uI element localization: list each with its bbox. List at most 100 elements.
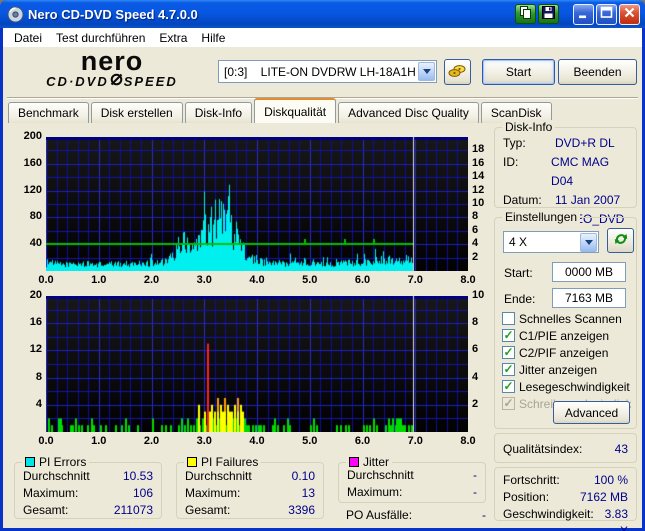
checkbox-label: Schnelles Scannen — [519, 311, 622, 326]
disk-info-row: Datum: 11 Jan 2007 — [503, 193, 621, 207]
tab-advanced-disc-quality[interactable]: Advanced Disc Quality — [338, 102, 479, 123]
settings-checkbox-row: ✓ C2/PIF anzeigen — [502, 344, 634, 361]
settings-checkbox-row: ✓ Jitter anzeigen — [502, 361, 634, 378]
axis-tick-label: 1.0 — [91, 435, 107, 447]
window-title: Nero CD-DVD Speed 4.7.0.0 — [28, 6, 198, 22]
maximize-button[interactable] — [596, 3, 617, 25]
speed-select[interactable]: 4 X — [503, 231, 599, 253]
settings-checkbox-list: Schnelles Scannen ✓ C1/PIE anzeigen ✓ C2/PIF… — [502, 310, 634, 412]
speed-select-value: 4 X — [509, 235, 528, 249]
tab-benchmark[interactable]: Benchmark — [8, 102, 89, 123]
logo-cddvd-text: CD·DVD — [46, 73, 109, 89]
advanced-button[interactable]: Advanced — [553, 401, 630, 424]
quality-index-value: 43 — [614, 442, 628, 456]
end-position-field[interactable]: 7163 MB — [552, 288, 626, 308]
progress-box: Fortschritt: 100 % Position: 7162 MB Gesch… — [494, 467, 637, 531]
tab-diskqualitaet[interactable]: Diskqualität — [254, 98, 337, 123]
pi-failures-chart-canvas — [46, 296, 468, 432]
checkbox-unchecked[interactable] — [502, 312, 515, 325]
eject-disc-button[interactable] — [444, 59, 471, 85]
axis-tick-label: 4 — [472, 237, 479, 250]
progress-row: Geschwindigkeit: 3.83 X — [503, 507, 628, 531]
disk-info-row: Typ: DVD+R DL — [503, 136, 615, 150]
nero-logo: nero CD·DVD SPEED — [17, 48, 207, 89]
axis-tick-label: 4.0 — [249, 435, 265, 447]
axis-tick-label: 3.0 — [196, 274, 212, 286]
start-position-label: Start: — [504, 266, 533, 280]
checkbox-checked[interactable]: ✓ — [502, 380, 515, 393]
menu-datei[interactable]: Datei — [8, 30, 48, 46]
stat-row: Durchschnitt 10.53 — [23, 469, 153, 483]
menu-hilfe[interactable]: Hilfe — [195, 30, 231, 46]
speed-select-dropdown-button[interactable] — [580, 232, 597, 252]
settings-box: Einstellungen 4 X Start: 0000 MB Ende: 7… — [494, 210, 637, 429]
menu-test-durchfuehren[interactable]: Test durchführen — [50, 30, 151, 46]
app-window: Nero CD-DVD Speed 4.7.0.0 Datei Test dur… — [0, 0, 645, 531]
axis-tick-label: 8.0 — [460, 435, 476, 447]
tab-disk-erstellen[interactable]: Disk erstellen — [90, 102, 183, 123]
axis-tick-label: 6.0 — [354, 274, 371, 286]
pi-errors-color-swatch — [25, 457, 35, 467]
axis-tick-label: 18 — [472, 143, 485, 156]
disk-info-title: Disk-Info — [502, 120, 556, 134]
axis-tick-label: 120 — [23, 183, 42, 196]
save-icon — [541, 5, 556, 23]
axis-tick-label: 4 — [472, 370, 479, 383]
stat-row: Gesamt: 211073 — [23, 503, 153, 517]
end-position-label: Ende: — [504, 292, 536, 306]
pi-errors-stats-title: PI Errors — [22, 455, 90, 469]
checkbox-label: Lesegeschwindigkeit anzeigen — [519, 379, 631, 394]
axis-tick-label: 6.0 — [354, 435, 371, 447]
start-button[interactable]: Start — [482, 59, 555, 85]
axis-tick-label: 16 — [29, 316, 42, 329]
stat-row: Durchschnitt 0.10 — [185, 469, 315, 483]
pi-failures-stats-box: PI Failures Durchschnitt 0.10 Maximum: 13 … — [176, 455, 324, 519]
axis-tick-label: 6 — [472, 223, 479, 236]
axis-tick-label: 4.0 — [249, 274, 265, 286]
title-bar[interactable]: Nero CD-DVD Speed 4.7.0.0 — [0, 0, 645, 28]
stat-row: Gesamt: 3396 — [185, 503, 315, 517]
start-position-field[interactable]: 0000 MB — [552, 262, 626, 282]
refresh-icon — [613, 231, 629, 250]
menu-extra[interactable]: Extra — [153, 30, 193, 46]
checkbox-label: C1/PIE anzeigen — [519, 328, 610, 343]
axis-tick-label: 2 — [472, 397, 479, 410]
pi-failures-color-swatch — [187, 457, 197, 467]
copy-button[interactable] — [515, 4, 536, 24]
checkbox-checked[interactable]: ✓ — [502, 363, 515, 376]
axis-tick-label: 4 — [35, 397, 42, 410]
window-body: Datei Test durchführen Extra Hilfe nero … — [3, 28, 642, 531]
checkbox-label: C2/PIF anzeigen — [519, 345, 609, 360]
minimize-button[interactable] — [573, 3, 594, 25]
checkbox-checked[interactable]: ✓ — [502, 329, 515, 342]
axis-tick-label: 2.0 — [143, 274, 160, 286]
checkbox-checked[interactable]: ✓ — [502, 346, 515, 359]
stat-row: Maximum: 13 — [185, 486, 315, 500]
axis-tick-label: 20 — [29, 289, 42, 301]
axis-tick-label: 7.0 — [407, 435, 423, 447]
save-button[interactable] — [538, 4, 559, 24]
stat-row: Maximum: 106 — [23, 486, 153, 500]
chevron-down-icon — [584, 239, 593, 249]
close-icon — [622, 5, 637, 23]
tab-disk-info[interactable]: Disk-Info — [184, 102, 253, 123]
axis-tick-label: 200 — [23, 130, 42, 142]
axis-tick-label: 8 — [472, 210, 479, 223]
gold-discs-icon — [448, 63, 467, 82]
drive-select-dropdown-button[interactable] — [418, 62, 435, 81]
app-icon — [7, 6, 24, 23]
drive-select[interactable]: [0:3] LITE-ON DVDRW LH-18A1H HL03 — [218, 60, 437, 83]
quit-button[interactable]: Beenden — [558, 59, 637, 85]
titlebar-buttons — [515, 3, 640, 25]
nero-logo-subtitle: CD·DVD SPEED — [17, 73, 207, 89]
axis-tick-label: 3.0 — [196, 435, 212, 447]
axis-tick-label: 16 — [472, 156, 485, 169]
refresh-button[interactable] — [607, 228, 634, 253]
quality-index-label: Qualitätsindex: — [503, 442, 583, 456]
pi-failures-stats-title: PI Failures — [184, 455, 262, 469]
quality-index-box: Qualitätsindex: 43 — [494, 433, 637, 463]
close-button[interactable] — [619, 3, 640, 25]
pi-errors-chart — [46, 137, 468, 271]
menu-bar: Datei Test durchführen Extra Hilfe — [3, 28, 642, 47]
pi-errors-stats-box: PI Errors Durchschnitt 10.53 Maximum: 106 … — [14, 455, 162, 519]
